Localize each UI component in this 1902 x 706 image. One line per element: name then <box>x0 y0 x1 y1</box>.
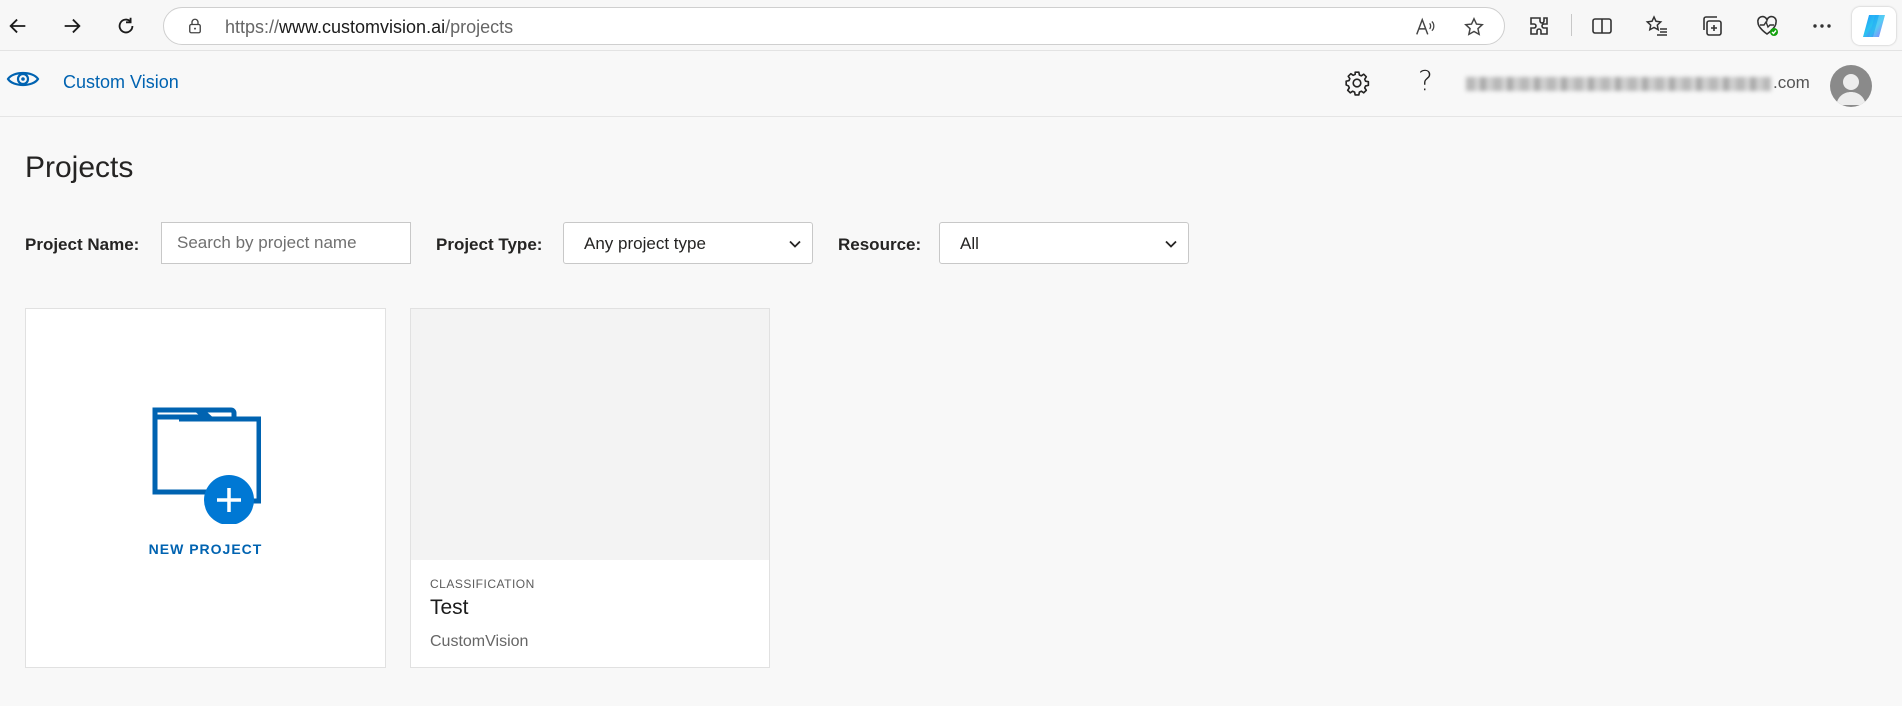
avatar[interactable] <box>1830 65 1872 107</box>
project-name-label: Project Name: <box>25 235 140 254</box>
project-name: Test <box>430 596 469 619</box>
project-type-text: CLASSIFICATION <box>430 577 535 591</box>
url-host: www.customvision.ai <box>279 17 446 37</box>
arrow-left-icon <box>9 18 26 34</box>
copilot-button[interactable] <box>1852 7 1896 45</box>
project-resource: CustomVision <box>430 633 529 650</box>
refresh-icon <box>118 17 134 34</box>
lock-icon[interactable] <box>186 17 204 35</box>
project-type-value: Any project type <box>584 234 706 253</box>
split-screen-icon[interactable] <box>1590 14 1614 38</box>
toolbar-divider <box>1571 14 1572 36</box>
read-aloud-icon[interactable] <box>1414 16 1436 38</box>
project-type-select[interactable]: Any project type <box>563 222 813 264</box>
email-suffix: .com <box>1773 73 1810 92</box>
app-header: Custom Vision ? .com <box>0 52 1902 117</box>
copilot-icon <box>1863 15 1885 37</box>
url-path: /projects <box>445 17 514 37</box>
url-text[interactable]: https://www.customvision.ai/projects <box>225 17 513 38</box>
browser-toolbar: https://www.customvision.ai/projects <box>0 0 1902 51</box>
more-options-icon[interactable] <box>1810 14 1834 38</box>
arrow-right-icon <box>64 18 81 34</box>
new-project-card[interactable]: NEW PROJECT <box>25 308 386 668</box>
back-button[interactable] <box>2 10 34 42</box>
page-title: Projects <box>25 151 134 184</box>
favorites-list-icon[interactable] <box>1645 14 1669 38</box>
user-silhouette-icon <box>1836 74 1866 105</box>
settings-gear-icon[interactable] <box>1344 70 1370 96</box>
resource-value: All <box>960 234 979 253</box>
project-type-label: Project Type: <box>436 235 543 254</box>
resource-select[interactable]: All <box>939 222 1189 264</box>
project-thumbnail <box>411 309 769 560</box>
project-name-search-input[interactable] <box>161 222 411 264</box>
app-title[interactable]: Custom Vision <box>63 72 179 93</box>
new-folder-plus-icon <box>152 407 261 524</box>
collections-icon[interactable] <box>1700 14 1724 38</box>
eye-logo-icon[interactable] <box>6 66 40 92</box>
new-project-label: NEW PROJECT <box>148 541 263 557</box>
favorite-star-icon[interactable] <box>1463 16 1485 38</box>
extensions-icon[interactable] <box>1527 14 1551 38</box>
project-card[interactable]: CLASSIFICATION Test CustomVision <box>410 308 770 668</box>
chevron-down-icon <box>789 240 801 248</box>
forward-button[interactable] <box>56 10 88 42</box>
address-bar[interactable]: https://www.customvision.ai/projects <box>163 7 1505 45</box>
account-email[interactable]: .com <box>1466 73 1810 93</box>
chevron-down-icon <box>1165 240 1177 248</box>
help-button[interactable]: ? <box>1418 64 1433 97</box>
url-prefix: https:// <box>225 17 280 37</box>
resource-label: Resource: <box>838 235 922 254</box>
email-redacted <box>1466 76 1771 91</box>
refresh-button[interactable] <box>110 10 142 42</box>
browser-health-icon[interactable] <box>1755 14 1779 38</box>
